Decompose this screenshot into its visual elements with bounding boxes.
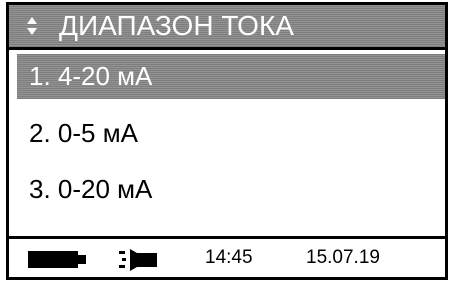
up-down-arrows-icon xyxy=(27,17,37,35)
status-bar: 14:45 15.07.19 xyxy=(9,239,445,277)
battery-icon xyxy=(28,251,86,268)
header-divider xyxy=(9,47,445,50)
clock-time: 14:45 xyxy=(205,247,253,268)
menu-item-label: 3. 0-20 мА xyxy=(29,174,153,204)
device-screen: ДИАПАЗОН ТОКА 1. 4-20 мА 2. 0-5 мА 3. 0-… xyxy=(6,2,448,280)
menu-item-range-0-20[interactable]: 3. 0-20 мА xyxy=(17,167,445,212)
power-plug-icon xyxy=(119,249,157,271)
clock-date: 15.07.19 xyxy=(306,247,380,268)
menu-item-label: 2. 0-5 мА xyxy=(29,118,138,148)
page-title: ДИАПАЗОН ТОКА xyxy=(59,10,294,41)
menu-item-range-4-20[interactable]: 1. 4-20 мА xyxy=(17,54,445,99)
menu-item-label: 1. 4-20 мА xyxy=(29,61,153,91)
menu-item-range-0-5[interactable]: 2. 0-5 мА xyxy=(17,111,445,156)
screen-header: ДИАПАЗОН ТОКА xyxy=(9,5,445,47)
